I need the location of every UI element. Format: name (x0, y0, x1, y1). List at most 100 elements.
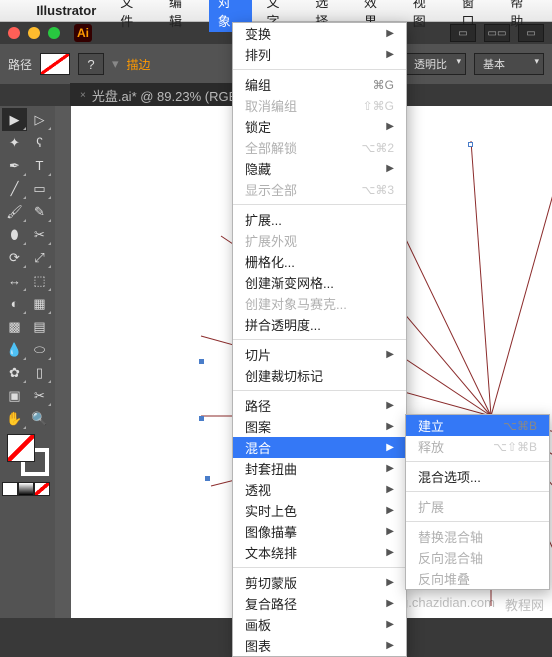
hand-tool[interactable]: ✋ (2, 407, 27, 430)
menu-view[interactable]: 视图 (404, 0, 447, 32)
stroke-label[interactable]: 描边 (127, 56, 151, 73)
pen-tool[interactable]: ✒ (2, 154, 27, 177)
submenu-arrow-icon: ▶ (386, 463, 394, 474)
direct-selection-tool[interactable]: ▷ (27, 108, 52, 131)
menu-item[interactable]: 路径▶ (233, 395, 406, 416)
anchor-point[interactable] (468, 142, 473, 147)
magic-wand-tool[interactable]: ✦ (2, 131, 27, 154)
document-title: 光盘.ai* @ 89.23% (RGB/预 (92, 86, 254, 105)
menu-item[interactable]: 文本绕排▶ (233, 542, 406, 563)
menu-edit[interactable]: 编辑 (160, 0, 203, 32)
menu-item[interactable]: 编组⌘G (233, 74, 406, 95)
menu-item-label: 替换混合轴 (418, 527, 537, 546)
menu-item[interactable]: 锁定▶ (233, 116, 406, 137)
menu-item[interactable]: 复合路径▶ (233, 593, 406, 614)
menu-item-label: 扩展外观 (245, 231, 394, 250)
menu-item[interactable]: 实时上色▶ (233, 500, 406, 521)
submenu-arrow-icon: ▶ (386, 505, 394, 516)
color-mode-none[interactable] (34, 482, 50, 496)
type-tool[interactable]: T (27, 154, 52, 177)
menu-item-label: 创建裁切标记 (245, 366, 394, 385)
line-tool[interactable]: ╱ (2, 177, 27, 200)
menu-item: 取消编组⇧⌘G (233, 95, 406, 116)
menu-item[interactable]: 创建裁切标记 (233, 365, 406, 386)
menu-item-label: 创建对象马赛克... (245, 294, 394, 313)
menu-file[interactable]: 文件 (111, 0, 154, 32)
menu-item[interactable]: 剪切蒙版▶ (233, 572, 406, 593)
menu-item[interactable]: 封套扭曲▶ (233, 458, 406, 479)
menu-shortcut: ⇧⌘G (363, 99, 394, 113)
scale-tool[interactable]: ⤢ (27, 246, 52, 269)
paintbrush-tool[interactable]: 🖌 (2, 200, 27, 223)
help-button[interactable]: ? (78, 53, 104, 75)
pencil-tool[interactable]: ✎ (27, 200, 52, 223)
perspective-grid-tool[interactable]: ▦ (27, 292, 52, 315)
rotate-tool[interactable]: ⟳ (2, 246, 27, 269)
selection-handle[interactable] (199, 359, 204, 364)
selection-tool[interactable]: ▶ (2, 108, 27, 131)
gradient-tool[interactable]: ▤ (27, 315, 52, 338)
menu-app[interactable]: Illustrator (27, 1, 105, 20)
object-menu-dropdown: 变换▶排列▶编组⌘G取消编组⇧⌘G锁定▶全部解锁⌥⌘2隐藏▶显示全部⌥⌘3扩展.… (232, 22, 407, 657)
zoom-tool[interactable]: 🔍 (27, 407, 52, 430)
menu-item-label: 排列 (245, 45, 386, 64)
window-close-button[interactable] (8, 27, 20, 39)
color-mode-gradient[interactable] (18, 482, 34, 496)
width-tool[interactable]: ↔ (2, 269, 27, 292)
blob-brush-tool[interactable]: ⬮ (2, 223, 27, 246)
menu-shortcut: ⌥⌘B (503, 419, 537, 433)
fill-swatch[interactable] (40, 53, 70, 75)
titlebar-button-2[interactable]: ▭▭ (484, 24, 510, 42)
system-menubar: Illustrator 文件 编辑 对象 文字 选择 效果 视图 窗口 帮助 (0, 0, 552, 22)
menu-item[interactable]: 图像描摹▶ (233, 521, 406, 542)
menu-item-label: 扩展... (245, 210, 394, 229)
color-mode-color[interactable] (2, 482, 18, 496)
menu-item[interactable]: 图案▶ (233, 416, 406, 437)
artboard-tool[interactable]: ▣ (2, 384, 27, 407)
style-select[interactable]: 基本 (474, 53, 544, 75)
opacity-select[interactable]: 透明比 (405, 53, 466, 75)
menu-separator (233, 204, 406, 205)
lasso-tool[interactable]: ʕ (27, 131, 52, 154)
blend-tool[interactable]: ⬭ (27, 338, 52, 361)
selection-handle[interactable] (205, 476, 210, 481)
symbol-sprayer-tool[interactable]: ✿ (2, 361, 27, 384)
close-tab-icon[interactable]: × (80, 90, 86, 101)
menu-item[interactable]: 透视▶ (233, 479, 406, 500)
slice-tool[interactable]: ✂ (27, 384, 52, 407)
menu-item[interactable]: 扩展... (233, 209, 406, 230)
mesh-tool[interactable]: ▩ (2, 315, 27, 338)
titlebar-button-1[interactable]: ▭ (450, 24, 476, 42)
menu-item[interactable]: 隐藏▶ (233, 158, 406, 179)
menu-item[interactable]: 图表▶ (233, 635, 406, 656)
eraser-tool[interactable]: ✂ (27, 223, 52, 246)
free-transform-tool[interactable]: ⬚ (27, 269, 52, 292)
menu-item[interactable]: 排列▶ (233, 44, 406, 65)
menu-item[interactable]: 混合▶ (233, 437, 406, 458)
menu-item-label: 混合选项... (418, 467, 537, 486)
submenu-arrow-icon: ▶ (386, 400, 394, 411)
tool-panel: ▶▷ ✦ʕ ✒T ╱▭ 🖌✎ ⬮✂ ⟳⤢ ↔⬚ ◐▦ ▩▤ 💧⬭ ✿▯ ▣✂ ✋… (0, 106, 55, 618)
menu-separator (406, 521, 549, 522)
window-minimize-button[interactable] (28, 27, 40, 39)
selection-handle[interactable] (199, 416, 204, 421)
fill-stroke-control[interactable] (7, 434, 49, 476)
shape-builder-tool[interactable]: ◐ (2, 292, 27, 315)
menu-item[interactable]: 栅格化... (233, 251, 406, 272)
submenu-arrow-icon: ▶ (386, 484, 394, 495)
apple-logo-icon[interactable] (8, 4, 21, 18)
eyedropper-tool[interactable]: 💧 (2, 338, 27, 361)
menu-item: 释放⌥⇧⌘B (406, 436, 549, 457)
menu-item[interactable]: 混合选项... (406, 466, 549, 487)
rectangle-tool[interactable]: ▭ (27, 177, 52, 200)
menu-item[interactable]: 变换▶ (233, 23, 406, 44)
menu-item[interactable]: 拼合透明度... (233, 314, 406, 335)
column-graph-tool[interactable]: ▯ (27, 361, 52, 384)
menu-item[interactable]: 画板▶ (233, 614, 406, 635)
menu-item[interactable]: 切片▶ (233, 344, 406, 365)
window-zoom-button[interactable] (48, 27, 60, 39)
menu-item[interactable]: 创建渐变网格... (233, 272, 406, 293)
submenu-arrow-icon: ▶ (386, 442, 394, 453)
titlebar-button-3[interactable]: ▭ (518, 24, 544, 42)
menu-item[interactable]: 建立⌥⌘B (406, 415, 549, 436)
